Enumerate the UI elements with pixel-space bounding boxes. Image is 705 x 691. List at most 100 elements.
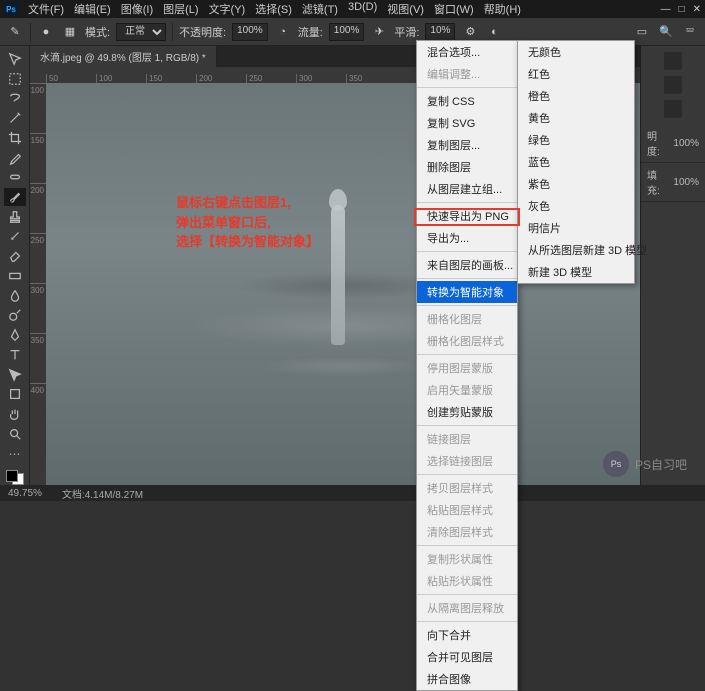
mode-label: 模式: [85,24,110,40]
brush-tool-icon[interactable] [4,188,26,206]
zoom-level[interactable]: 49.75% [8,488,42,499]
marquee-tool-icon[interactable] [4,70,26,88]
crop-tool-icon[interactable] [4,129,26,147]
brush-panel-icon[interactable]: ▦ [61,23,79,41]
submenu-item[interactable]: 从所选图层新建 3D 模型 [518,239,634,261]
lasso-tool-icon[interactable] [4,89,26,107]
gradient-tool-icon[interactable] [4,267,26,285]
search-icon[interactable]: 🔍 [657,23,675,41]
context-menu-item[interactable]: 转换为智能对象 [417,281,517,303]
watermark: Ps PS自习吧 [603,451,687,477]
hand-tool-icon[interactable] [4,405,26,423]
panel-icon[interactable] [664,76,682,94]
submenu-color-item[interactable]: 绿色 [518,129,634,151]
submenu-color-item[interactable]: 红色 [518,63,634,85]
flow-input[interactable]: 100% [329,23,365,41]
menu-type[interactable]: 文字(Y) [205,0,250,19]
workspace-icon[interactable]: ▭ [633,23,651,41]
eraser-tool-icon[interactable] [4,247,26,265]
submenu-color-item[interactable]: 蓝色 [518,151,634,173]
context-menu-item[interactable]: 创建剪贴蒙版 [417,401,517,423]
context-menu-item[interactable]: 向下合并 [417,624,517,646]
brush-preset-icon[interactable]: ✎ [6,23,24,41]
menu-help[interactable]: 帮助(H) [480,0,525,19]
blur-tool-icon[interactable] [4,287,26,305]
menu-file[interactable]: 文件(F) [24,0,68,19]
color-swatch[interactable] [6,470,24,485]
dodge-tool-icon[interactable] [4,307,26,325]
share-icon[interactable]: ⮹ [681,23,699,41]
context-menu-item[interactable]: 删除图层 [417,156,517,178]
type-tool-icon[interactable] [4,346,26,364]
right-panel: 明度:100% 填充:100% [640,46,705,485]
panel-icon[interactable] [664,52,682,70]
smooth-gear-icon[interactable]: ⚙ [461,23,479,41]
edit-toolbar-icon[interactable]: ⋯ [4,445,26,463]
context-menu-item[interactable]: 复制 SVG [417,112,517,134]
airbrush-icon[interactable]: ✈ [370,23,388,41]
layer-fill-value[interactable]: 100% [673,177,699,188]
menu-image[interactable]: 图像(I) [117,0,157,19]
context-menu-item[interactable]: 从图层建立组... [417,178,517,200]
app-logo: Ps [4,3,18,15]
context-menu: 混合选项...编辑调整...复制 CSS复制 SVG复制图层...删除图层从图层… [416,40,518,691]
submenu-color-item[interactable]: 紫色 [518,173,634,195]
context-menu-item: 链接图层 [417,428,517,450]
context-menu-item[interactable]: 拼合图像 [417,668,517,690]
shape-tool-icon[interactable] [4,385,26,403]
zoom-tool-icon[interactable] [4,425,26,443]
smooth-input[interactable]: 10% [425,23,455,41]
canvas-image-content [331,205,345,345]
close-icon[interactable]: ✕ [693,4,701,15]
heal-tool-icon[interactable] [4,168,26,186]
context-menu-item: 从隔离图层释放 [417,597,517,619]
context-menu-item: 粘贴图层样式 [417,499,517,521]
context-menu-item[interactable]: 快速导出为 PNG [417,205,517,227]
document-tab[interactable]: 水滴.jpeg @ 49.8% (图层 1, RGB/8) * [30,46,217,67]
context-menu-item[interactable]: 导出为... [417,227,517,249]
panel-icon[interactable] [664,100,682,118]
pressure-opacity-icon[interactable]: ◔ [274,23,292,41]
menu-select[interactable]: 选择(S) [251,0,296,19]
context-menu-item[interactable]: 复制图层... [417,134,517,156]
pen-tool-icon[interactable] [4,326,26,344]
context-menu-item[interactable]: 复制 CSS [417,90,517,112]
context-menu-item[interactable]: 合并可见图层 [417,646,517,668]
submenu-color-item[interactable]: 橙色 [518,85,634,107]
watermark-avatar-icon: Ps [603,451,629,477]
submenu-color-item[interactable]: 无颜色 [518,41,634,63]
mode-select[interactable]: 正常 [116,23,166,41]
pressure-size-icon[interactable]: ◐ [485,23,503,41]
context-menu-item: 停用图层蒙版 [417,357,517,379]
submenu-item: 新建 3D 模型 [518,261,634,283]
path-tool-icon[interactable] [4,366,26,384]
menu-window[interactable]: 窗口(W) [430,0,478,19]
submenu-color-item[interactable]: 黄色 [518,107,634,129]
submenu-item[interactable]: 明信片 [518,217,634,239]
layer-opacity-label: 明度: [647,128,669,158]
menu-edit[interactable]: 编辑(E) [70,0,115,19]
menu-layer[interactable]: 图层(L) [159,0,202,19]
menu-3d[interactable]: 3D(D) [344,0,381,19]
minimize-icon[interactable]: — [661,4,671,15]
context-menu-item: 栅格化图层样式 [417,330,517,352]
opacity-input[interactable]: 100% [232,23,268,41]
eyedropper-tool-icon[interactable] [4,149,26,167]
move-tool-icon[interactable] [4,50,26,68]
smooth-label: 平滑: [394,24,419,40]
context-submenu: 无颜色红色橙色黄色绿色蓝色紫色灰色明信片从所选图层新建 3D 模型新建 3D 模… [517,40,635,284]
context-menu-item: 清除图层样式 [417,521,517,543]
flow-label: 流量: [298,24,323,40]
menu-filter[interactable]: 滤镜(T) [298,0,342,19]
menu-view[interactable]: 视图(V) [383,0,428,19]
watermark-text: PS自习吧 [635,456,687,473]
stamp-tool-icon[interactable] [4,208,26,226]
maximize-icon[interactable]: □ [679,4,685,15]
wand-tool-icon[interactable] [4,109,26,127]
context-menu-item[interactable]: 混合选项... [417,41,517,63]
layer-opacity-value[interactable]: 100% [673,138,699,149]
submenu-color-item[interactable]: 灰色 [518,195,634,217]
history-brush-icon[interactable] [4,228,26,246]
brush-size-icon[interactable]: ● [37,23,55,41]
context-menu-item[interactable]: 来自图层的画板... [417,254,517,276]
